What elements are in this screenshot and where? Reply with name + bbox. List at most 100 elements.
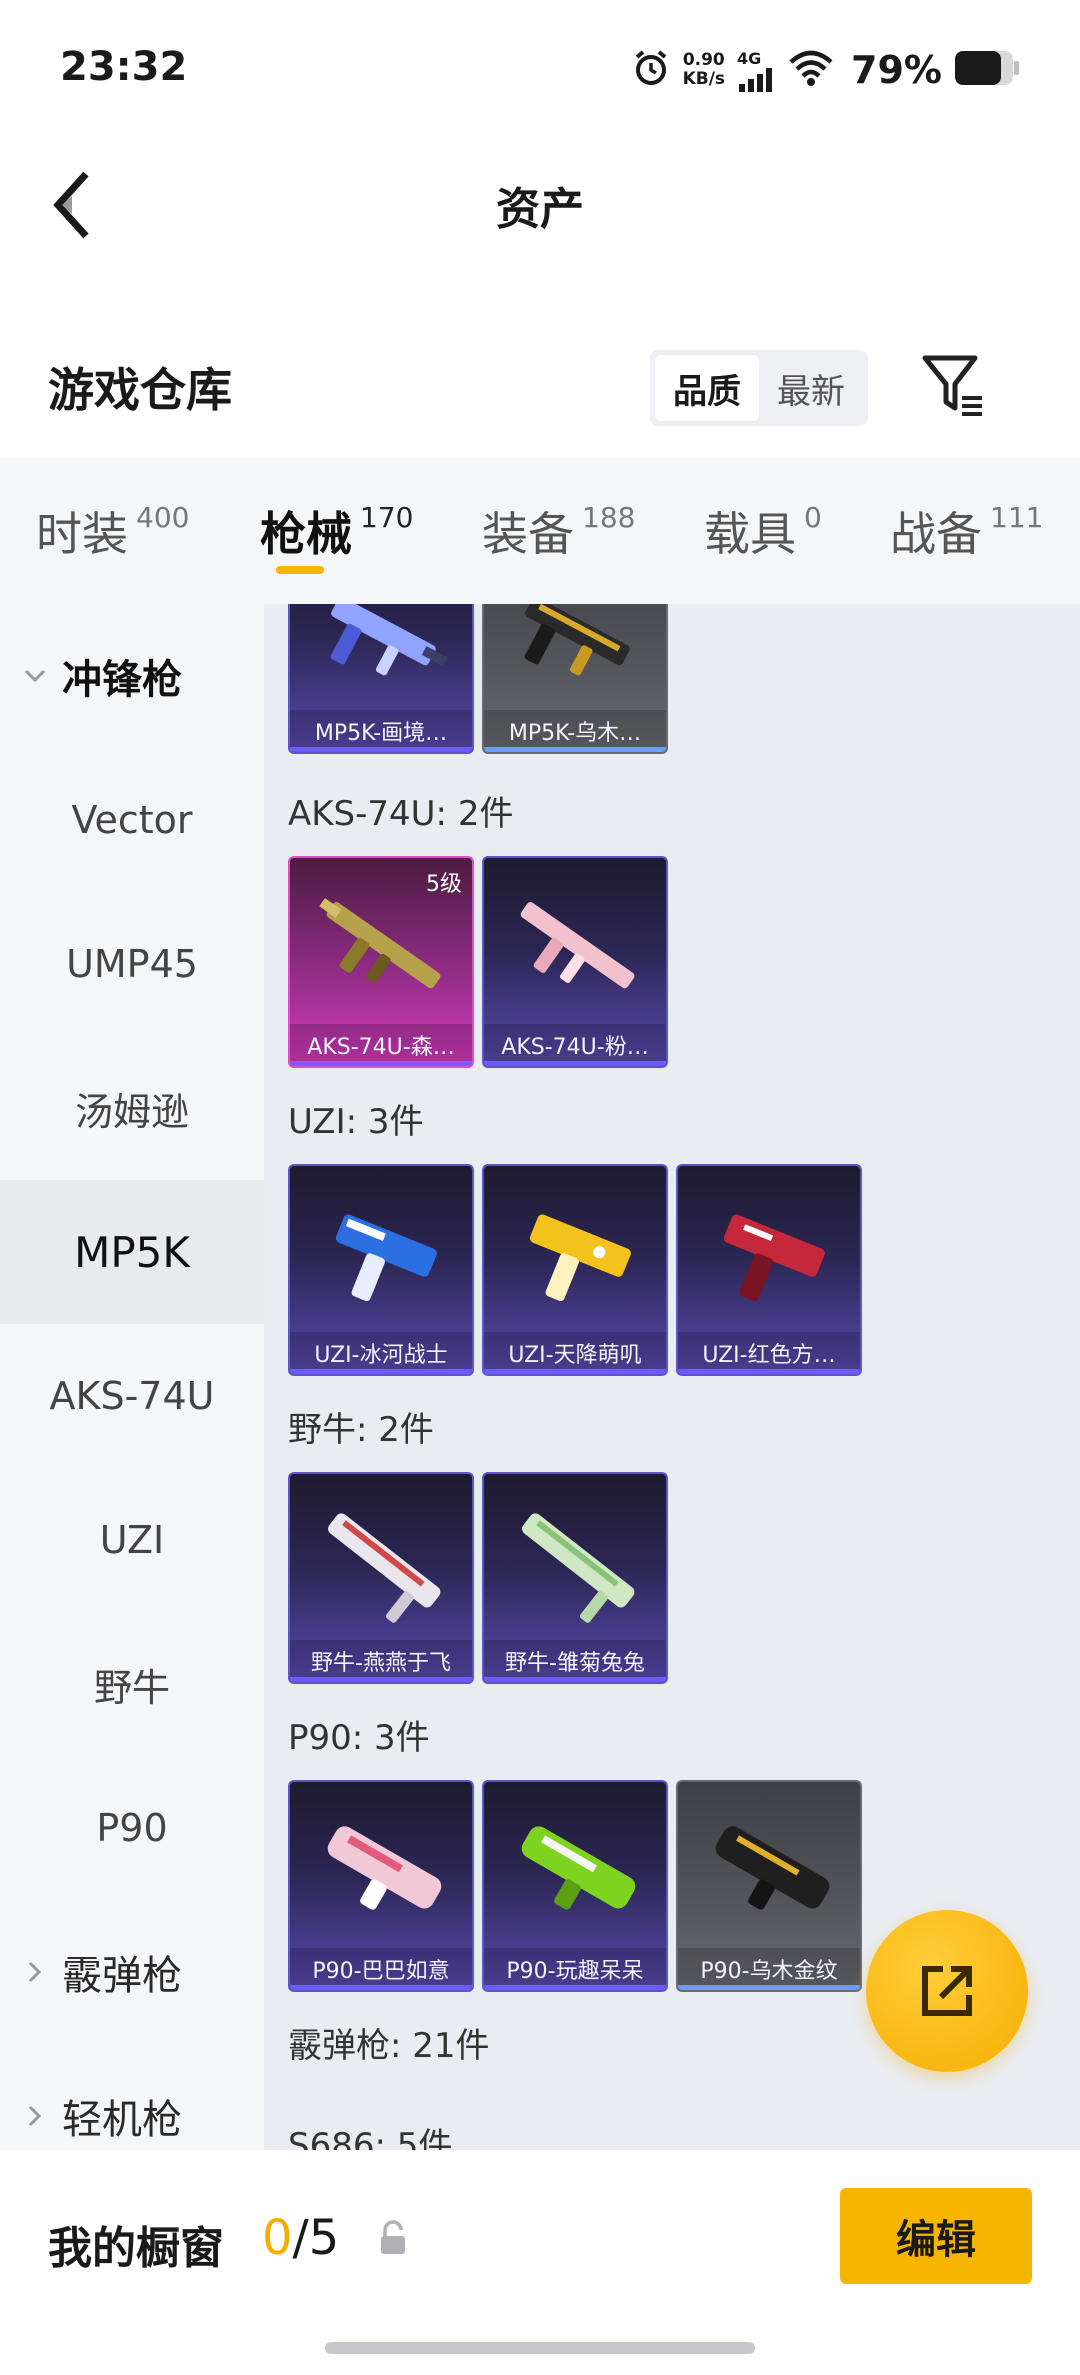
rarity-bar [484,1369,666,1374]
skin-card[interactable]: MP5K-乌木… [482,604,668,754]
weapon-type-sidebar: 冲锋枪 Vector UMP45 汤姆逊 MP5K AKS-74U UZI 野牛… [0,604,264,2150]
sort-toggle: 品质 最新 [650,350,868,426]
tab-supplies[interactable]: 战备 111 [860,458,1080,604]
sort-option-latest[interactable]: 最新 [759,355,863,421]
skin-name: P90-巴巴如意 [290,1948,472,1990]
showcase-label: 我的橱窗 [48,2223,224,2274]
skin-card[interactable]: 野牛-雏菊兔兔 [482,1472,668,1684]
tab-fashion[interactable]: 时装 400 [0,458,224,604]
smg-skin-icon [522,1513,635,1623]
chevron-down-icon [24,669,46,683]
skin-name: MP5K-画境… [290,710,472,752]
edit-button[interactable]: 编辑 [840,2188,1032,2284]
sidebar-group-label: 冲锋枪 [62,657,182,703]
tab-label: 装备 [482,507,574,561]
skin-card[interactable]: UZI-冰河战士 [288,1164,474,1376]
tab-label: 战备 [890,507,982,561]
mp5k-grid: MP5K-画境… MP5K-乌木… [288,604,668,754]
tab-active-indicator [276,566,324,574]
lock-icon [381,2220,405,2254]
section-title-bison: 野牛: 2件 [288,1410,434,1450]
sidebar-item-ump45[interactable]: UMP45 [0,892,264,1036]
rarity-bar [290,747,472,752]
rarity-bar [484,1985,666,1990]
sidebar-group-shotgun[interactable]: 霰弹枪 [0,1900,264,2044]
skin-card[interactable]: P90-玩趣呆呆 [482,1780,668,1992]
sidebar-item-mp5k[interactable]: MP5K [0,1180,264,1324]
sidebar-group-label: 霰弹枪 [62,1953,182,1999]
page-title: 资产 [496,184,584,235]
skin-name: 野牛-燕燕于飞 [290,1640,472,1682]
rarity-bar [678,1369,860,1374]
tab-equipment[interactable]: 装备 188 [446,458,668,604]
category-tabs: 时装 400 枪械 170 装备 188 载具 0 战备 111 [0,458,1080,604]
rarity-bar [290,1061,472,1066]
warehouse-header: 游戏仓库 品质 最新 [0,330,1080,450]
rarity-bar [484,1061,666,1066]
sidebar-group-smg[interactable]: 冲锋枪 [0,604,264,748]
smg-skin-icon [328,1513,441,1623]
skin-card[interactable]: 5级 AKS-74U-森… [288,856,474,1068]
skin-card[interactable]: 野牛-燕燕于飞 [288,1472,474,1684]
skin-name: UZI-冰河战士 [290,1332,472,1374]
tab-guns[interactable]: 枪械 170 [224,458,446,604]
status-icons: 0.90 KB/s 4G 79% [631,44,1020,96]
tab-count: 400 [136,500,190,534]
sidebar-item-uzi[interactable]: UZI [0,1468,264,1612]
sidebar-item-vector[interactable]: Vector [0,748,264,892]
section-title-p90: P90: 3件 [288,1718,430,1758]
skin-name: P90-玩趣呆呆 [484,1948,666,1990]
sidebar-item-p90[interactable]: P90 [0,1756,264,1900]
sort-option-quality[interactable]: 品质 [655,355,759,421]
sidebar-item-aks74u[interactable]: AKS-74U [0,1324,264,1468]
smg-skin-icon [524,604,630,676]
smg-skin-icon [330,604,448,676]
section-title-s686: S686: 5件 [288,2126,453,2150]
skin-card[interactable]: MP5K-画境… [288,604,474,754]
skin-name: AKS-74U-粉… [484,1024,666,1066]
tab-label: 载具 [704,507,796,561]
status-time: 23:32 [60,44,188,90]
sidebar-group-lmg[interactable]: 轻机枪 [0,2044,264,2150]
skin-name: MP5K-乌木… [484,710,666,752]
section-title-aks74u: AKS-74U: 2件 [288,794,514,834]
share-external-icon [922,1966,972,2016]
p90-grid: P90-巴巴如意 P90-玩趣呆呆 P90-乌木金纹 [288,1780,862,1992]
tab-count: 0 [804,500,822,534]
tab-vehicles[interactable]: 载具 0 [668,458,860,604]
smg-skin-icon [715,1826,830,1910]
filter-button[interactable] [920,352,990,422]
rifle-skin-icon [319,898,441,989]
showcase-count: 0/5 [262,2210,339,2266]
rarity-bar [678,1985,860,1990]
skin-card[interactable]: P90-巴巴如意 [288,1780,474,1992]
tab-count: 111 [990,500,1044,534]
net-speed-value: 0.90 [682,50,725,70]
showcase-count-current: 0 [262,2210,293,2266]
signal-bars-icon [739,67,773,92]
skin-card[interactable]: UZI-红色方… [676,1164,862,1376]
skin-name: UZI-红色方… [678,1332,860,1374]
rarity-bar [484,747,666,752]
skin-card[interactable]: UZI-天降萌叽 [482,1164,668,1376]
app-header: 资产 [0,145,1080,265]
skin-card[interactable]: P90-乌木金纹 [676,1780,862,1992]
rarity-bar [290,1369,472,1374]
cell-signal: 4G [737,49,775,92]
smg-skin-icon [335,1214,437,1302]
share-button[interactable] [866,1910,1028,2072]
showcase-count-total: /5 [292,2210,340,2266]
home-indicator[interactable] [325,2342,755,2354]
sidebar-group-label: 轻机枪 [62,2097,182,2143]
sidebar-item-bison[interactable]: 野牛 [0,1612,264,1756]
showcase-bar: 我的橱窗 0/5 编辑 [0,2150,1080,2375]
bison-grid: 野牛-燕燕于飞 野牛-雏菊兔兔 [288,1472,668,1684]
network-type: 4G [737,48,762,68]
skin-name: AKS-74U-森… [290,1024,472,1066]
alarm-icon [631,48,671,92]
sidebar-item-thompson[interactable]: 汤姆逊 [0,1036,264,1180]
smg-skin-icon [723,1214,825,1302]
battery-percent: 79% [851,48,942,92]
skin-card[interactable]: AKS-74U-粉… [482,856,668,1068]
net-speed: 0.90 KB/s [683,51,725,89]
